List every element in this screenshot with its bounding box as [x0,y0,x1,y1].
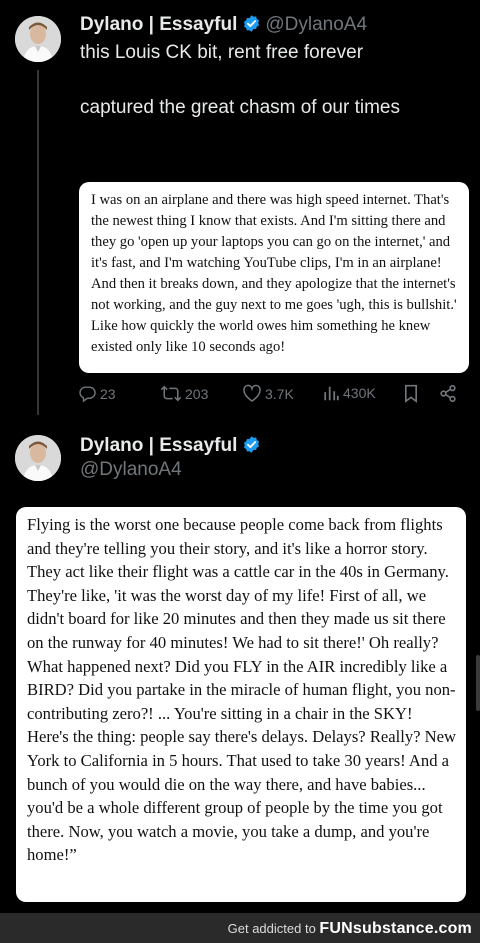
avatar[interactable] [15,16,61,62]
repost-button[interactable]: 203 [160,384,208,403]
watermark-bar: Get addicted to FUNsubstance.com [0,913,480,943]
views-chart-icon [323,384,340,402]
avatar[interactable] [15,435,61,481]
reply-button[interactable]: 23 [78,384,116,403]
tweet-header: Dylano | Essayful @DylanoA4 [80,14,367,39]
display-name[interactable]: Dylano | Essayful [80,435,237,456]
reply-icon [78,384,97,403]
handle[interactable]: @DylanoA4 [80,459,182,481]
quote-image-text[interactable]: I was on an airplane and there was high … [79,182,469,373]
like-count: 3.7K [265,385,294,402]
views-button[interactable]: 430K [323,384,376,402]
tweet-header: Dylano | Essayful [80,435,265,460]
verified-badge-icon [242,14,261,39]
quote-image-text[interactable]: Flying is the worst one because people c… [16,507,466,902]
tweet-actions: 23 203 3.7K 430K [78,384,464,408]
display-name[interactable]: Dylano | Essayful [80,14,237,35]
watermark-text: Get addicted to FUNsubstance.com [228,920,472,938]
tweet-text-line-2: captured the great chasm of our times [80,97,400,118]
view-count: 430K [343,385,376,401]
repost-icon [160,384,182,403]
watermark-brand: FUNsubstance.com [319,920,472,937]
heart-icon [242,384,262,403]
thread-line [37,70,39,415]
share-button[interactable] [439,384,457,403]
share-icon [439,384,457,403]
like-button[interactable]: 3.7K [242,384,294,403]
verified-badge-icon [242,435,261,460]
scrollbar[interactable] [476,655,480,711]
reply-count: 23 [100,385,116,402]
tweet-text: this Louis CK bit, rent free forever [80,42,364,63]
watermark-prefix: Get addicted to [227,921,316,936]
handle[interactable]: @DylanoA4 [265,14,367,35]
repost-count: 203 [185,385,209,402]
bookmark-icon [403,384,419,403]
bookmark-button[interactable] [403,384,419,403]
